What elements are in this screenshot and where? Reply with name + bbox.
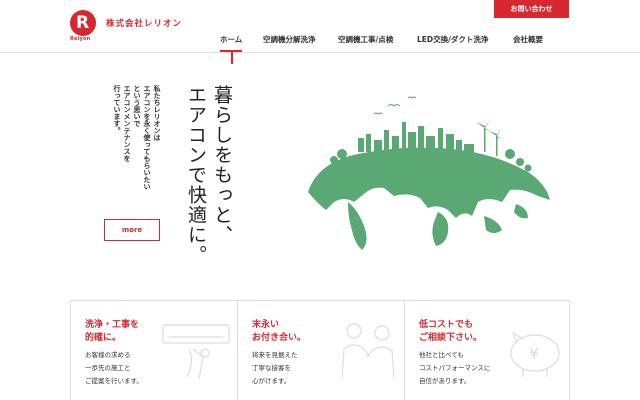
feature-card[interactable]: 末永い お付き合い。 将来を見据えた 丁寧な接客を 心がけます。 <box>237 301 404 400</box>
logo[interactable]: R Reiyon <box>70 10 100 42</box>
more-button[interactable]: more <box>104 219 160 241</box>
site-header: R Reiyon 株式会社レリオン お問い合わせ ホーム 空調機分解洗浄 空調機… <box>0 0 640 52</box>
feature-card[interactable]: 洗浄・工事を 的確に。 お客様の求める 一歩先の施工と ご提案を行います。 <box>71 301 237 400</box>
headline-line: エアコンで快適に。 <box>185 85 207 265</box>
feature-body: お客様の求める 一歩先の施工と ご提案を行います。 <box>85 351 143 385</box>
svg-text:¥: ¥ <box>529 344 539 363</box>
nav-item-company[interactable]: 会社概要 <box>513 34 543 52</box>
header-divider <box>0 52 640 53</box>
nav-item-construction-inspection[interactable]: 空調機工事/点検 <box>338 34 393 52</box>
nav-item-disassembly-cleaning[interactable]: 空調機分解洗浄 <box>263 34 316 52</box>
feature-title: 末永い お付き合い。 <box>252 320 307 343</box>
headline-line: 暮らしをもっと、 <box>211 85 233 245</box>
feature-cards: 洗浄・工事を 的確に。 お客様の求める 一歩先の施工と ご提案を行います。 末永… <box>70 300 570 400</box>
hero-tagline: 私たちレリオンは エアコンを永く使ってもらいたい という思いで エアコンメンテナ… <box>104 85 164 195</box>
tagline-line: 私たちレリオンは <box>153 85 161 141</box>
feature-title: 低コストでも ご相談下さい。 <box>419 320 483 343</box>
nav-item-led-duct[interactable]: LED交換/ダクト洗浄 <box>417 34 488 52</box>
feature-body: 将来を見据えた 丁寧な接客を 心がけます。 <box>252 351 298 385</box>
feature-card[interactable]: ¥ 低コストでも ご相談下さい。 他社と比べても コストパフォーマンスに 自信が… <box>404 301 571 400</box>
feature-title: 洗浄・工事を 的確に。 <box>85 320 140 343</box>
accent-line <box>231 52 233 64</box>
tagline-line: エアコンを永く使ってもらいたい <box>143 85 151 190</box>
feature-body: 他社と比べても コストパフォーマンスに 自信があります。 <box>419 351 491 385</box>
logo-subtitle: Reiyon <box>70 36 91 42</box>
air-conditioner-illustration-icon <box>162 324 230 380</box>
handshake-illustration-icon <box>341 323 395 380</box>
tagline-line: エアコンメンテナンスを <box>123 85 131 162</box>
hero-headline: 暮らしをもっと、 エアコンで快適に。 <box>180 85 238 265</box>
tagline-line: という思いで <box>133 85 141 127</box>
company-name[interactable]: 株式会社レリオン <box>106 17 182 29</box>
logo-letter: R <box>76 13 90 33</box>
piggy-bank-illustration-icon: ¥ <box>510 331 560 377</box>
tagline-line: 行っています。 <box>113 85 121 134</box>
contact-button[interactable]: お問い合わせ <box>494 0 569 18</box>
eco-globe-illustration <box>308 96 550 250</box>
nav-item-home[interactable]: ホーム <box>220 34 243 52</box>
